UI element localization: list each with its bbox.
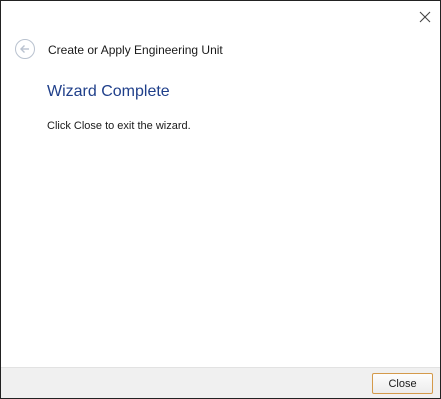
close-button[interactable]: Close	[372, 373, 433, 394]
close-icon[interactable]	[418, 10, 432, 24]
footer-bar: Close	[1, 367, 440, 398]
wizard-window: Create or Apply Engineering Unit Wizard …	[0, 0, 441, 399]
page-heading: Wizard Complete	[47, 83, 170, 100]
instruction-text: Click Close to exit the wizard.	[47, 120, 191, 132]
wizard-title: Create or Apply Engineering Unit	[48, 43, 223, 57]
back-arrow-icon[interactable]	[14, 38, 36, 60]
